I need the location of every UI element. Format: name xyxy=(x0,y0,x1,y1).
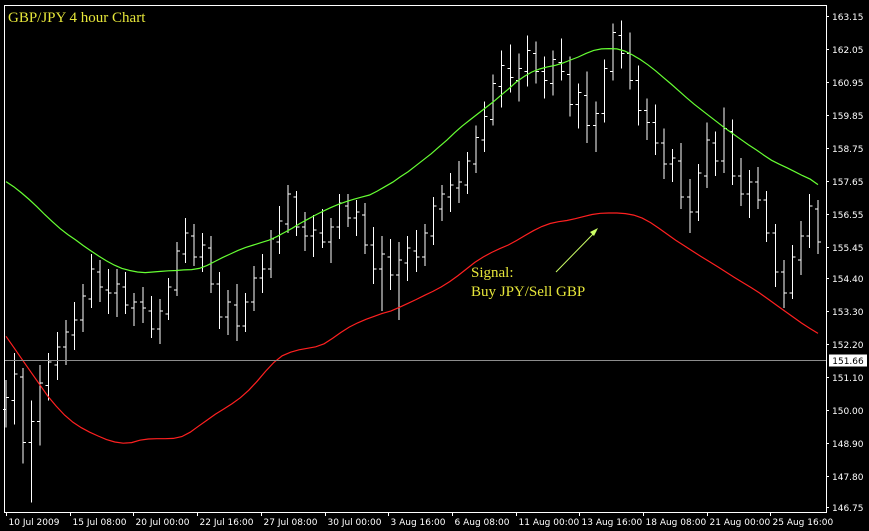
y-tick-label: 153.30 xyxy=(832,308,864,318)
chart-canvas: 151.66 163.15 162.05 160.95 159.85 158.75 157… xyxy=(0,0,869,531)
y-tick-label: 157.65 xyxy=(832,178,864,188)
y-tick-label: 152.20 xyxy=(832,341,864,351)
signal-annotation: Signal: Buy JPY/Sell GBP xyxy=(471,264,585,302)
y-tick-label: 159.85 xyxy=(832,112,864,122)
y-tick-label: 146.75 xyxy=(832,504,864,514)
y-tick-label: 163.15 xyxy=(832,13,864,23)
x-tick-label: 22 Jul 16:00 xyxy=(200,518,254,528)
x-tick-label: 27 Jul 08:00 xyxy=(264,518,318,528)
y-tick-label: 155.45 xyxy=(832,244,864,254)
y-tick-label: 160.95 xyxy=(832,79,864,89)
current-price-label: 151.66 xyxy=(832,357,864,367)
x-tick-label: 30 Jul 00:00 xyxy=(328,518,382,528)
x-tick-label: 11 Aug 00:00 xyxy=(519,518,580,528)
y-tick-label: 162.05 xyxy=(832,46,864,56)
signal-label: Signal: xyxy=(471,265,514,281)
x-tick-label: 18 Aug 08:00 xyxy=(646,518,707,528)
x-tick-label: 15 Jul 08:00 xyxy=(73,518,127,528)
x-tick-label: 10 Jul 2009 xyxy=(9,518,60,528)
x-tick-label: 3 Aug 16:00 xyxy=(391,518,446,528)
y-tick-label: 158.75 xyxy=(832,145,864,155)
x-tick-label: 6 Aug 08:00 xyxy=(455,518,510,528)
y-tick-label: 151.10 xyxy=(832,374,864,384)
y-tick-label: 148.90 xyxy=(832,440,864,450)
chart-background xyxy=(0,0,869,531)
x-tick-label: 20 Jul 00:00 xyxy=(136,518,190,528)
x-tick-label: 13 Aug 16:00 xyxy=(582,518,643,528)
signal-text: Buy JPY/Sell GBP xyxy=(471,284,586,300)
x-tick-label: 21 Aug 00:00 xyxy=(710,518,771,528)
y-tick-label: 156.55 xyxy=(832,211,864,221)
x-tick-label: 25 Aug 16:00 xyxy=(773,518,834,528)
y-tick-label: 154.40 xyxy=(832,275,864,285)
y-tick-label: 147.80 xyxy=(832,473,864,483)
chart-title: GBP/JPY 4 hour Chart xyxy=(8,10,146,26)
y-tick-label: 150.00 xyxy=(832,407,864,417)
